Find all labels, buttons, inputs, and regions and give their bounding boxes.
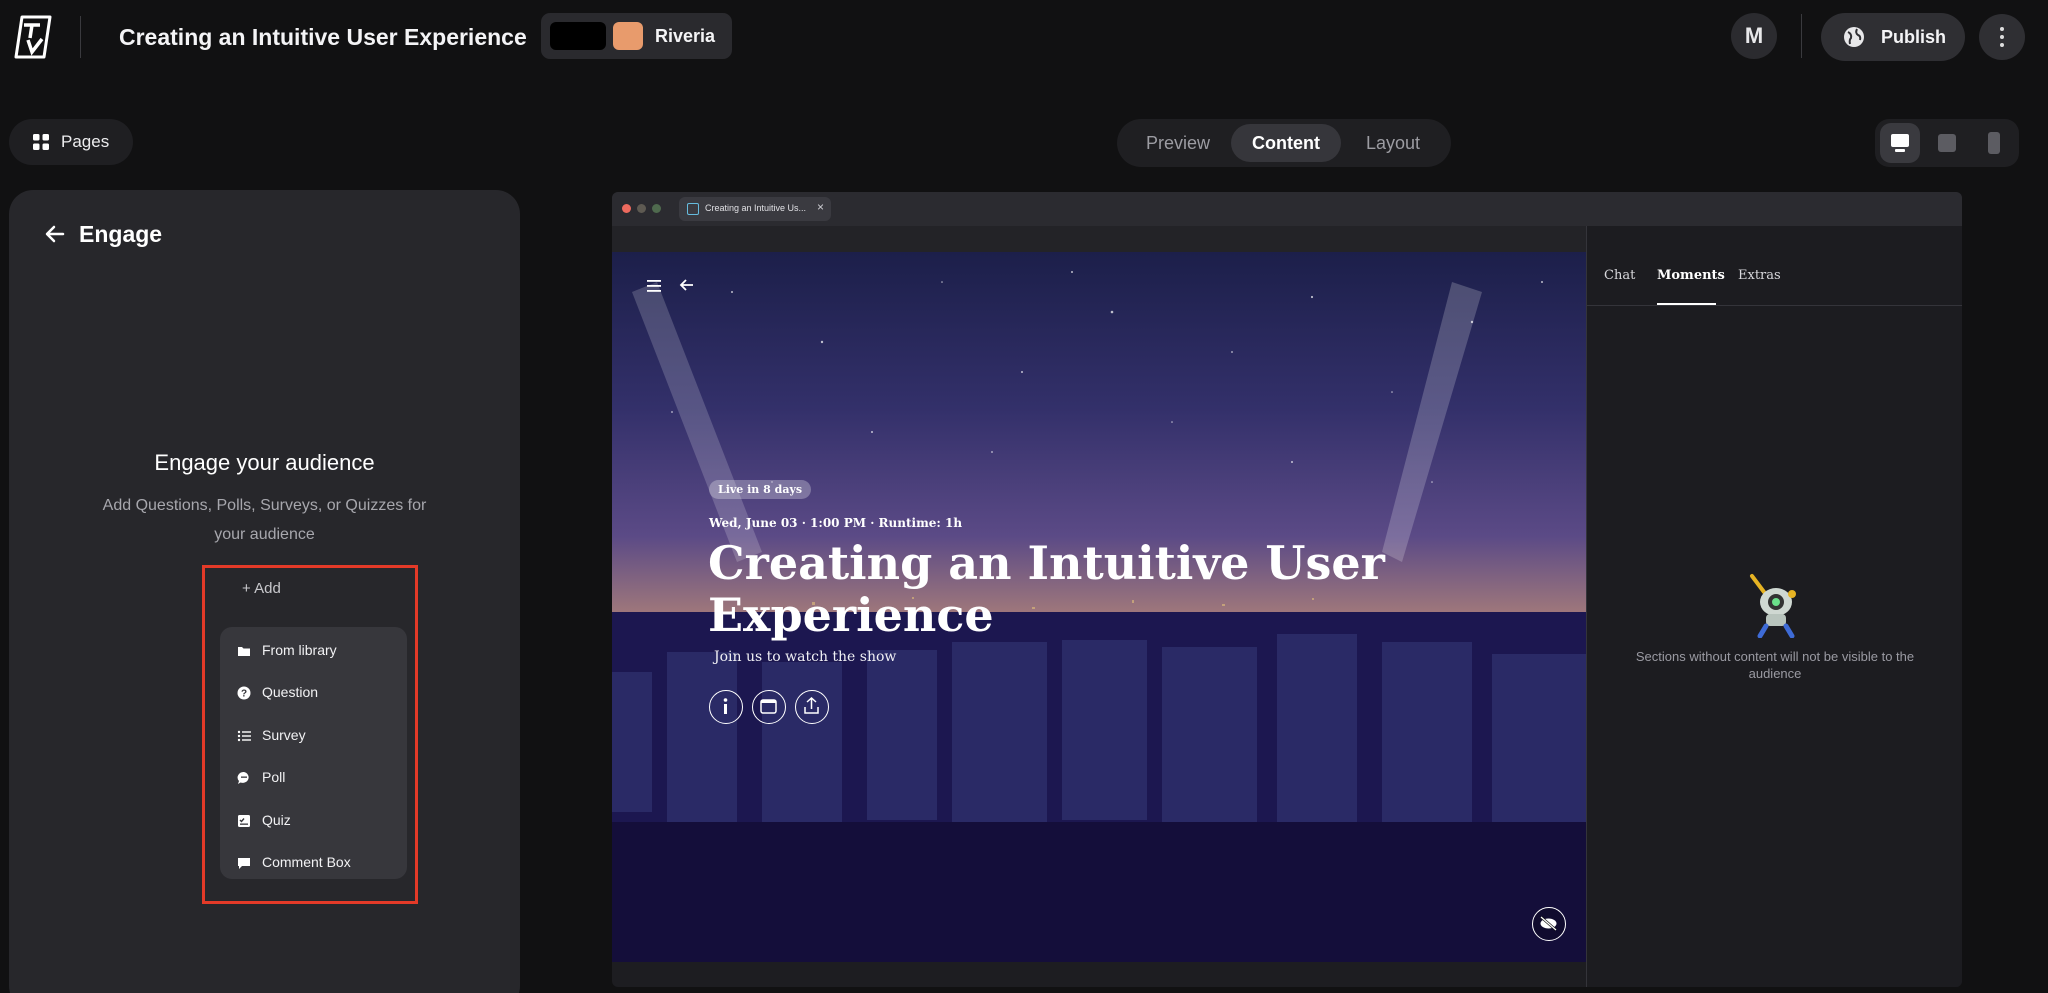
share-button[interactable] <box>795 690 829 724</box>
menu-item-label: Question <box>262 684 319 700</box>
calendar-button[interactable] <box>752 690 786 724</box>
more-options-button[interactable] <box>1979 14 2025 60</box>
more-dot-icon <box>2000 27 2004 31</box>
theme-selector[interactable]: Riveria <box>541 13 732 59</box>
quiz-icon <box>238 815 250 827</box>
tab-preview[interactable]: Preview <box>1125 124 1231 162</box>
event-title: Creating an Intuitive User Experience <box>708 536 1385 642</box>
mobile-icon <box>1988 132 2000 154</box>
tab-content[interactable]: Content <box>1231 124 1341 162</box>
globe-icon <box>1844 27 1864 47</box>
panel-title: Engage <box>79 221 163 247</box>
tab-extras[interactable]: Extras <box>1738 268 1781 283</box>
tab-chat[interactable]: Chat <box>1604 268 1635 283</box>
menu-item-poll[interactable]: Poll <box>220 760 407 796</box>
hamburger-menu-icon[interactable] <box>647 280 661 292</box>
menu-item-question[interactable]: ? Question <box>220 675 407 711</box>
top-bar: Creating an Intuitive User Experience Ri… <box>0 0 2048 74</box>
user-avatar[interactable]: M <box>1731 13 1777 59</box>
window-close-dot <box>622 204 631 213</box>
folder-icon <box>238 647 250 656</box>
list-icon <box>237 730 251 742</box>
engage-heading: Engage your audience <box>154 450 375 475</box>
comment-icon <box>238 858 250 869</box>
device-switcher <box>1875 119 2019 167</box>
menu-item-label: Survey <box>262 727 306 743</box>
share-icon <box>804 696 819 714</box>
robot-mascot-icon <box>1750 574 1796 638</box>
event-side-panel: Chat Moments Extras Sections without con… <box>1586 226 1962 987</box>
menu-item-label: Comment Box <box>262 854 351 870</box>
theme-swatch-primary <box>550 22 606 50</box>
eye-off-icon <box>1540 916 1557 931</box>
info-icon <box>723 698 728 714</box>
browser-tab[interactable]: Creating an Intuitive Us... × <box>679 197 831 221</box>
hide-content-button[interactable] <box>1532 907 1566 941</box>
theme-name: Riveria <box>655 26 716 46</box>
add-button[interactable]: + Add <box>242 580 281 597</box>
mobile-view-button[interactable] <box>1974 123 2014 163</box>
engage-description: Add Questions, Polls, Surveys, or Quizze… <box>102 497 427 543</box>
tab-moments[interactable]: Moments <box>1657 268 1725 283</box>
menu-item-from-library[interactable]: From library <box>220 633 407 669</box>
event-datetime: Wed, June 03 · 1:00 PM · Runtime: 1h <box>709 516 963 530</box>
tablet-icon <box>1938 134 1956 152</box>
brand-logo-icon[interactable] <box>10 14 56 60</box>
desktop-icon <box>1891 134 1909 152</box>
starry-sky <box>632 271 1543 562</box>
back-arrow-icon[interactable] <box>679 277 695 293</box>
publish-button[interactable]: Publish <box>1821 13 1965 61</box>
document-title[interactable]: Creating an Intuitive User Experience <box>119 24 527 51</box>
tab-layout[interactable]: Layout <box>1341 124 1445 162</box>
menu-item-label: Poll <box>262 769 286 785</box>
browser-chrome: Creating an Intuitive Us... × <box>612 192 1962 226</box>
browser-tab-title: Creating an Intuitive Us... <box>705 203 807 213</box>
event-subtitle: Join us to watch the show <box>714 649 897 665</box>
tab-close-icon[interactable]: × <box>817 200 824 214</box>
calendar-icon <box>760 699 777 714</box>
tablet-view-button[interactable] <box>1927 123 1967 163</box>
menu-item-quiz[interactable]: Quiz <box>220 803 407 839</box>
back-arrow-icon[interactable] <box>43 222 67 246</box>
more-dot-icon <box>2000 43 2004 47</box>
grid-icon <box>33 134 49 150</box>
question-icon: ? <box>237 686 251 700</box>
view-mode-switcher: Preview Content Layout <box>1117 119 1451 167</box>
live-countdown-badge: Live in 8 days <box>709 480 812 499</box>
menu-item-label: Quiz <box>262 812 291 828</box>
event-hero: Live in 8 days Wed, June 03 · 1:00 PM · … <box>612 252 1586 962</box>
theme-swatch-accent <box>613 22 643 50</box>
publish-label: Publish <box>1881 27 1947 47</box>
desktop-view-button[interactable] <box>1880 123 1920 163</box>
pages-label: Pages <box>61 132 110 151</box>
more-dot-icon <box>2000 35 2004 39</box>
event-page-preview: Creating an Intuitive Us... × Live in 8 … <box>612 192 1962 987</box>
header-divider-right <box>1801 14 1802 58</box>
window-minimize-dot <box>637 204 646 213</box>
pages-button[interactable]: Pages <box>9 119 133 165</box>
add-engagement-menu: From library ? Question Survey Poll Quiz <box>220 627 407 879</box>
menu-item-comment-box[interactable]: Comment Box <box>220 845 407 881</box>
chat-bubble-icon <box>237 771 249 784</box>
menu-item-label: From library <box>262 642 337 658</box>
tab-favicon-icon <box>687 203 699 215</box>
menu-item-survey[interactable]: Survey <box>220 718 407 754</box>
header-divider <box>80 16 81 58</box>
window-maximize-dot <box>652 204 661 213</box>
empty-state-message: Sections without content will not be vis… <box>1635 649 1915 681</box>
info-button[interactable] <box>709 690 743 724</box>
svg-text:?: ? <box>241 689 247 700</box>
side-panel-tabs: Chat Moments Extras <box>1587 252 1962 306</box>
active-tab-indicator <box>1657 303 1716 305</box>
